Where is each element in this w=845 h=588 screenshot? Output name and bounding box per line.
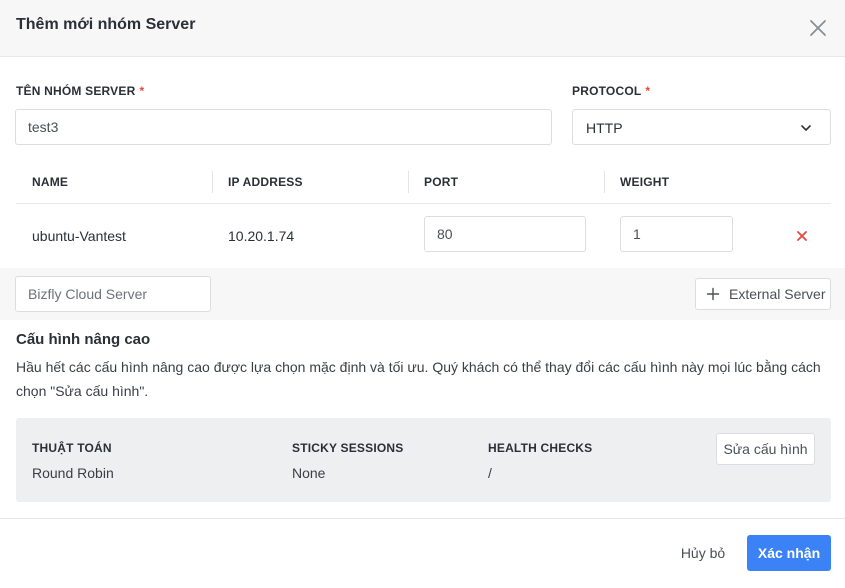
table-header-weight: WEIGHT (620, 175, 670, 189)
advanced-config-panel (16, 418, 831, 502)
column-divider (604, 171, 605, 193)
health-checks-label: HEALTH CHECKS (488, 441, 593, 455)
close-icon[interactable] (806, 16, 830, 40)
edit-config-button[interactable]: Sửa cấu hình (716, 433, 815, 465)
remove-icon[interactable] (794, 228, 810, 244)
weight-input[interactable] (620, 216, 733, 252)
close-button[interactable] (806, 16, 830, 40)
protocol-select-value: HTTP (586, 120, 623, 136)
table-divider (16, 203, 831, 204)
server-ip: 10.20.1.74 (228, 228, 295, 244)
advanced-config-title: Cấu hình nâng cao (16, 331, 151, 348)
column-divider (408, 171, 409, 193)
plus-icon (706, 287, 720, 301)
chevron-down-icon (801, 125, 811, 131)
protocol-label: PROTOCOL * (572, 84, 651, 98)
protocol-select[interactable]: HTTP (572, 109, 831, 145)
required-mark: * (645, 84, 651, 98)
server-name: ubuntu-Vantest (32, 228, 126, 244)
column-divider (212, 171, 213, 193)
algorithm-value: Round Robin (32, 465, 114, 481)
advanced-config-description: Hầu hết các cấu hình nâng cao được lựa c… (16, 359, 821, 399)
health-checks-value: / (488, 465, 492, 481)
footer-divider (0, 518, 845, 519)
dialog-title: Thêm mới nhóm Server (16, 16, 196, 33)
group-name-input[interactable] (15, 109, 552, 145)
external-server-button[interactable]: External Server (695, 278, 831, 310)
table-header-ip: IP ADDRESS (228, 175, 303, 189)
cancel-button[interactable]: Hủy bỏ (670, 537, 736, 569)
dialog-header: Thêm mới nhóm Server (0, 0, 845, 57)
cloud-server-search-input[interactable] (15, 276, 211, 312)
remove-server-button[interactable] (794, 228, 810, 244)
algorithm-label: THUẬT TOÁN (32, 441, 112, 455)
confirm-button[interactable]: Xác nhận (747, 535, 831, 571)
port-input[interactable] (424, 216, 586, 252)
sticky-sessions-value: None (292, 465, 326, 481)
table-header-port: PORT (424, 175, 459, 189)
sticky-sessions-label: STICKY SESSIONS (292, 441, 404, 455)
table-header-name: NAME (32, 175, 69, 189)
group-name-label: TÊN NHÓM SERVER * (16, 84, 145, 98)
external-server-label: External Server (729, 286, 826, 302)
required-mark: * (139, 84, 145, 98)
